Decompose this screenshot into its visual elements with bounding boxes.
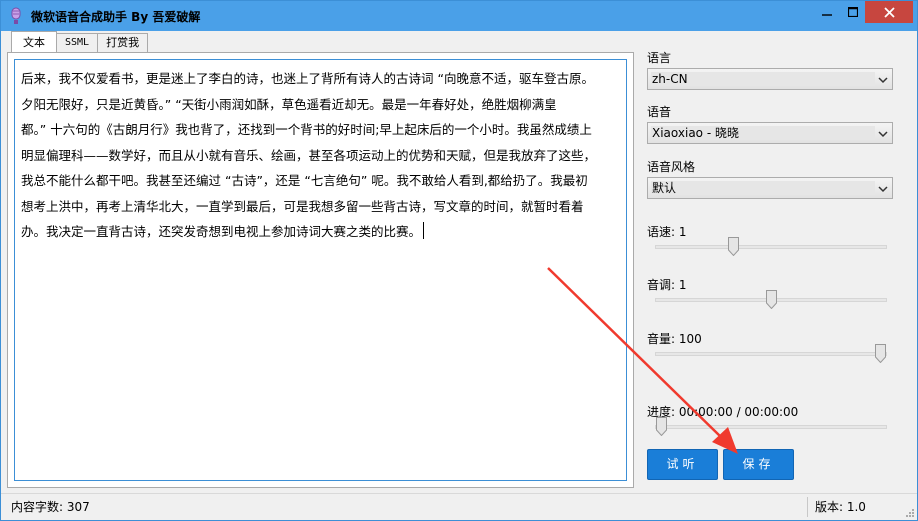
voice-style-label: 语音风格 (647, 160, 696, 174)
status-bar: 内容字数: 307 版本: 1.0 (1, 493, 917, 520)
resize-grip-icon[interactable] (905, 508, 915, 518)
version-label: 版本: 1.0 (815, 500, 866, 514)
tab-ssml[interactable]: SSML (56, 33, 99, 52)
slider-thumb[interactable] (728, 237, 739, 256)
editor-line: 后来，我不仅爱看书，更是迷上了李白的诗，也迷上了背所有诗人的古诗词 “向晚意不适… (21, 71, 594, 86)
language-select-value: zh-CN (651, 72, 875, 86)
tab-donate[interactable]: 打赏我 (97, 33, 149, 52)
chevron-down-icon (878, 131, 888, 138)
text-tab-panel: 后来，我不仅爱看书，更是迷上了李白的诗，也迷上了背所有诗人的古诗词 “向晚意不适… (7, 52, 634, 488)
text-caret (423, 222, 425, 239)
slider-thumb[interactable] (875, 344, 886, 363)
maximize-icon (848, 7, 858, 17)
editor-line: 我总不能什么都干吧。我甚至还编过 “古诗”，还是 “七言绝句” 呢。我不敢给人看… (21, 173, 588, 188)
voice-style-select-value: 默认 (651, 181, 875, 195)
volume-label: 音量: 100 (647, 332, 702, 346)
close-button[interactable] (865, 1, 913, 23)
status-divider (807, 497, 808, 517)
voice-label: 语音 (647, 105, 672, 119)
preview-button[interactable]: 试听 (647, 449, 718, 480)
tab-strip: 文本 SSML 打赏我 (11, 31, 149, 53)
pitch-slider[interactable] (655, 290, 887, 309)
editor-last-line: 办。我决定一直背古诗，还突发奇想到电视上参加诗词大赛之类的比赛。 (21, 219, 620, 245)
chevron-down-icon (878, 77, 888, 84)
rate-slider[interactable] (655, 237, 887, 256)
volume-slider[interactable] (655, 344, 887, 363)
language-label: 语言 (647, 51, 672, 65)
text-editor[interactable]: 后来，我不仅爱看书，更是迷上了李白的诗，也迷上了背所有诗人的古诗词 “向晚意不适… (14, 59, 627, 481)
editor-line: 明显偏理科——数学好，而且从小就有音乐、绘画，甚至各项运动上的优势和天赋，但是我… (21, 147, 597, 163)
voice-style-select[interactable]: 默认 (647, 177, 893, 199)
slider-thumb[interactable] (766, 290, 777, 309)
editor-line: 都。” 十六句的《古朗月行》我也背了，还找到一个背书的好时间;早上起床后的一个小… (21, 122, 592, 137)
editor-line: 办。我决定一直背古诗，还突发奇想到电视上参加诗词大赛之类的比赛。 (21, 224, 422, 239)
chevron-down-icon (878, 186, 888, 193)
editor-line: 想考上洪中，再考上清华北大，一直学到最后，可是我想多留一些背古诗，写文章的时间，… (21, 198, 584, 214)
minimize-icon (822, 14, 832, 16)
app-window: 微软语音合成助手 By 吾爱破解 文本 SSML 打赏我 后来，我不仅爱看书，更… (0, 0, 918, 521)
progress-label: 进度: 00:00:00 / 00:00:00 (647, 405, 799, 419)
slider-thumb[interactable] (656, 417, 667, 436)
tab-text[interactable]: 文本 (11, 31, 57, 52)
window-title: 微软语音合成助手 By 吾爱破解 (31, 10, 201, 24)
title-bar[interactable]: 微软语音合成助手 By 吾爱破解 (1, 1, 917, 31)
pitch-label: 音调: 1 (647, 278, 687, 292)
language-select[interactable]: zh-CN (647, 68, 893, 90)
microphone-icon (11, 7, 21, 24)
close-icon (883, 6, 895, 18)
progress-slider[interactable] (655, 417, 887, 436)
rate-label: 语速: 1 (647, 225, 687, 239)
maximize-button[interactable] (839, 1, 867, 23)
voice-select-value: Xiaoxiao - 晓晓 (651, 126, 875, 140)
char-count: 内容字数: 307 (11, 500, 90, 514)
editor-line: 夕阳无限好，只是近黄昏。” “天街小雨润如酥，草色遥看近却无。最是一年春好处，绝… (21, 96, 557, 112)
voice-select[interactable]: Xiaoxiao - 晓晓 (647, 122, 893, 144)
minimize-button[interactable] (813, 1, 841, 23)
save-button[interactable]: 保存 (723, 449, 794, 480)
